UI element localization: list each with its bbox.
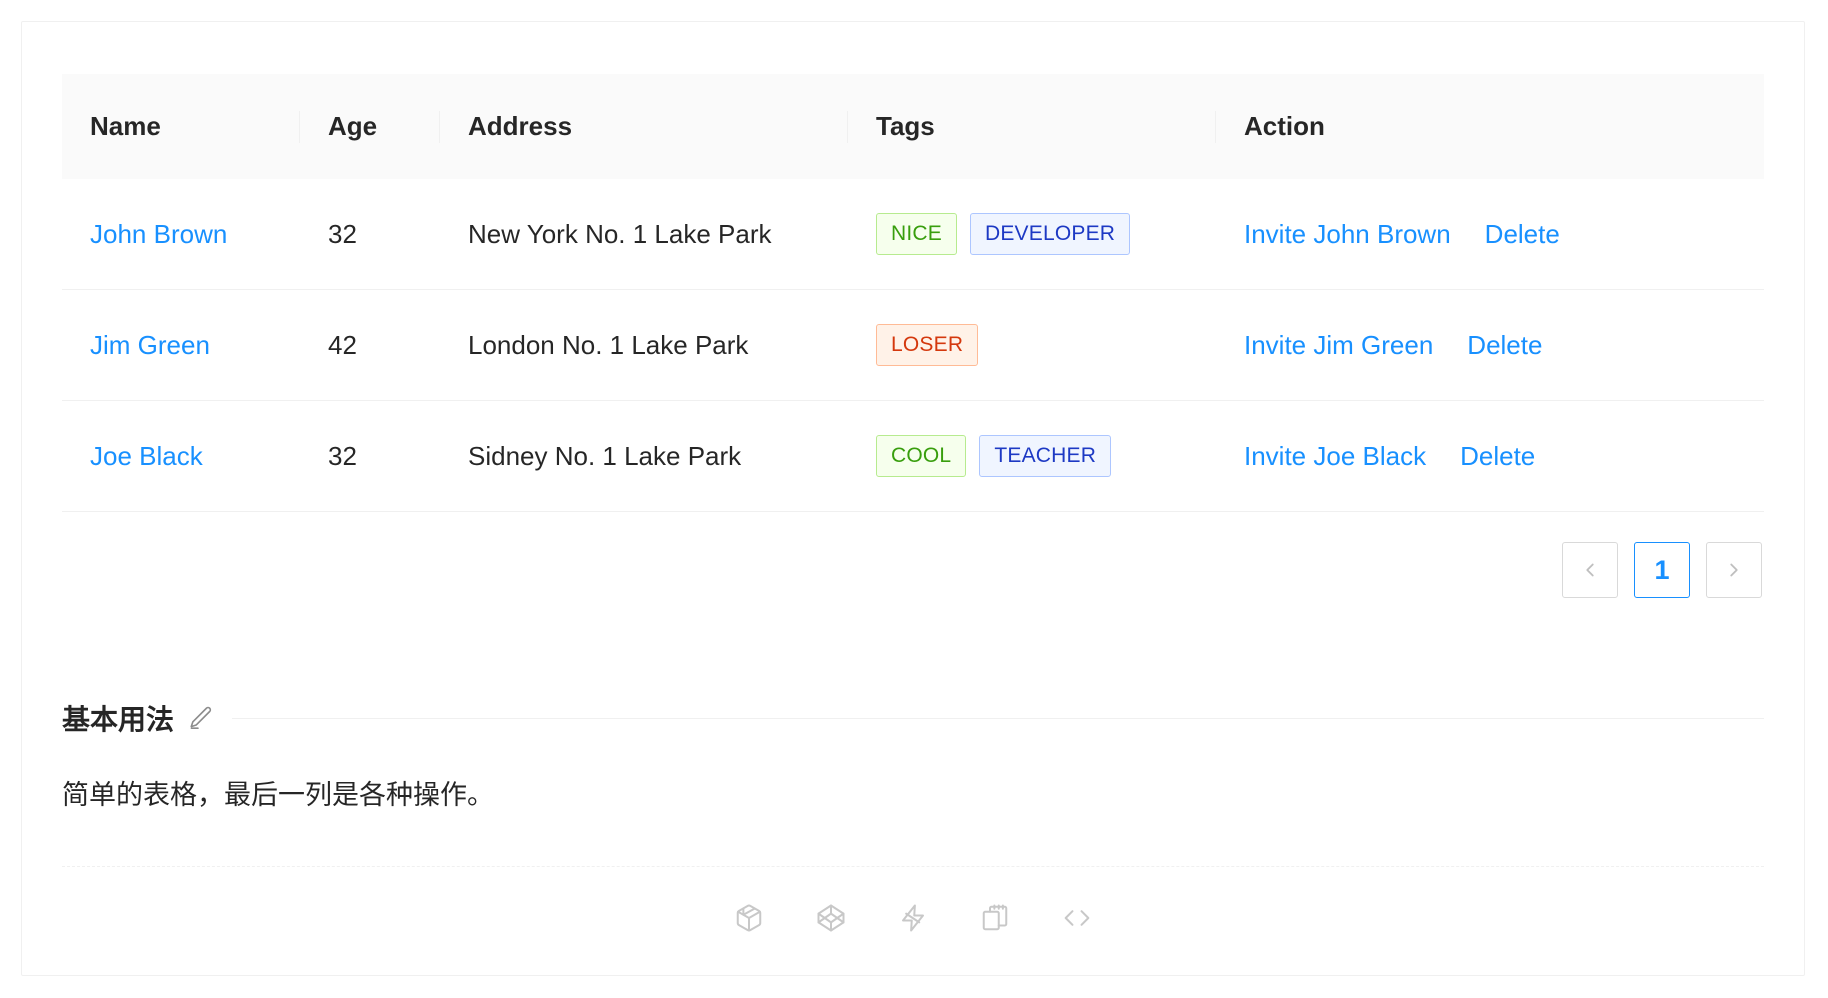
edit-pencil-icon[interactable] — [188, 705, 214, 731]
cell-name: Joe Black — [62, 401, 300, 512]
cell-name: John Brown — [62, 179, 300, 290]
data-table: Name Age Address Tags Action John Brown … — [62, 74, 1764, 512]
lightning-icon[interactable] — [888, 893, 938, 943]
cell-action: Invite Jim Green Delete — [1216, 290, 1764, 401]
table-row: Joe Black 32 Sidney No. 1 Lake Park COOL… — [62, 401, 1764, 512]
column-header-tags[interactable]: Tags — [848, 74, 1216, 179]
code-action-toolbar — [62, 867, 1764, 943]
cell-address: New York No. 1 Lake Park — [440, 179, 848, 290]
code-brackets-icon[interactable] — [1052, 893, 1102, 943]
table-demo-area: Name Age Address Tags Action John Brown … — [22, 22, 1804, 598]
column-header-action[interactable]: Action — [1216, 74, 1764, 179]
table-head: Name Age Address Tags Action — [62, 74, 1764, 179]
description-title: 基本用法 — [62, 698, 174, 738]
column-header-name[interactable]: Name — [62, 74, 300, 179]
title-divider-rule — [232, 718, 1764, 719]
cell-age: 42 — [300, 290, 440, 401]
cell-tags: COOL TEACHER — [848, 401, 1216, 512]
demo-card: Name Age Address Tags Action John Brown … — [21, 21, 1805, 976]
chevron-right-icon — [1723, 559, 1745, 581]
pagination-prev-button[interactable] — [1562, 542, 1618, 598]
cell-age: 32 — [300, 401, 440, 512]
cell-action: Invite Joe Black Delete — [1216, 401, 1764, 512]
pagination-next-button[interactable] — [1706, 542, 1762, 598]
cell-name: Jim Green — [62, 290, 300, 401]
tag-cool[interactable]: COOL — [876, 435, 966, 477]
table-wrapper: Name Age Address Tags Action John Brown … — [62, 74, 1764, 512]
tag-developer[interactable]: DEVELOPER — [970, 213, 1130, 255]
delete-link[interactable]: Delete — [1460, 441, 1535, 471]
table-row: John Brown 32 New York No. 1 Lake Park N… — [62, 179, 1764, 290]
delete-link[interactable]: Delete — [1485, 219, 1560, 249]
chevron-left-icon — [1579, 559, 1601, 581]
tag-nice[interactable]: NICE — [876, 213, 957, 255]
row-name-link[interactable]: John Brown — [90, 219, 227, 249]
column-header-address[interactable]: Address — [440, 74, 848, 179]
cell-tags: LOSER — [848, 290, 1216, 401]
description-section: 基本用法 简单的表格，最后一列是各种操作。 — [22, 598, 1804, 943]
cell-tags: NICE DEVELOPER — [848, 179, 1216, 290]
tag-teacher[interactable]: TEACHER — [979, 435, 1111, 477]
table-body: John Brown 32 New York No. 1 Lake Park N… — [62, 179, 1764, 512]
codesandbox-icon[interactable] — [724, 893, 774, 943]
row-name-link[interactable]: Jim Green — [90, 330, 210, 360]
cell-action: Invite John Brown Delete — [1216, 179, 1764, 290]
pagination: 1 — [62, 512, 1762, 598]
tag-loser[interactable]: LOSER — [876, 324, 978, 366]
pagination-page-1[interactable]: 1 — [1634, 542, 1690, 598]
column-header-age[interactable]: Age — [300, 74, 440, 179]
invite-link[interactable]: Invite Joe Black — [1244, 441, 1426, 471]
table-row: Jim Green 42 London No. 1 Lake Park LOSE… — [62, 290, 1764, 401]
delete-link[interactable]: Delete — [1467, 330, 1542, 360]
invite-link[interactable]: Invite Jim Green — [1244, 330, 1433, 360]
cell-address: Sidney No. 1 Lake Park — [440, 401, 848, 512]
invite-link[interactable]: Invite John Brown — [1244, 219, 1451, 249]
table-header-row: Name Age Address Tags Action — [62, 74, 1764, 179]
row-name-link[interactable]: Joe Black — [90, 441, 203, 471]
cell-address: London No. 1 Lake Park — [440, 290, 848, 401]
description-title-row: 基本用法 — [62, 698, 1764, 738]
cell-age: 32 — [300, 179, 440, 290]
description-text: 简单的表格，最后一列是各种操作。 — [62, 774, 1764, 817]
copy-icon[interactable] — [970, 893, 1020, 943]
codepen-icon[interactable] — [806, 893, 856, 943]
